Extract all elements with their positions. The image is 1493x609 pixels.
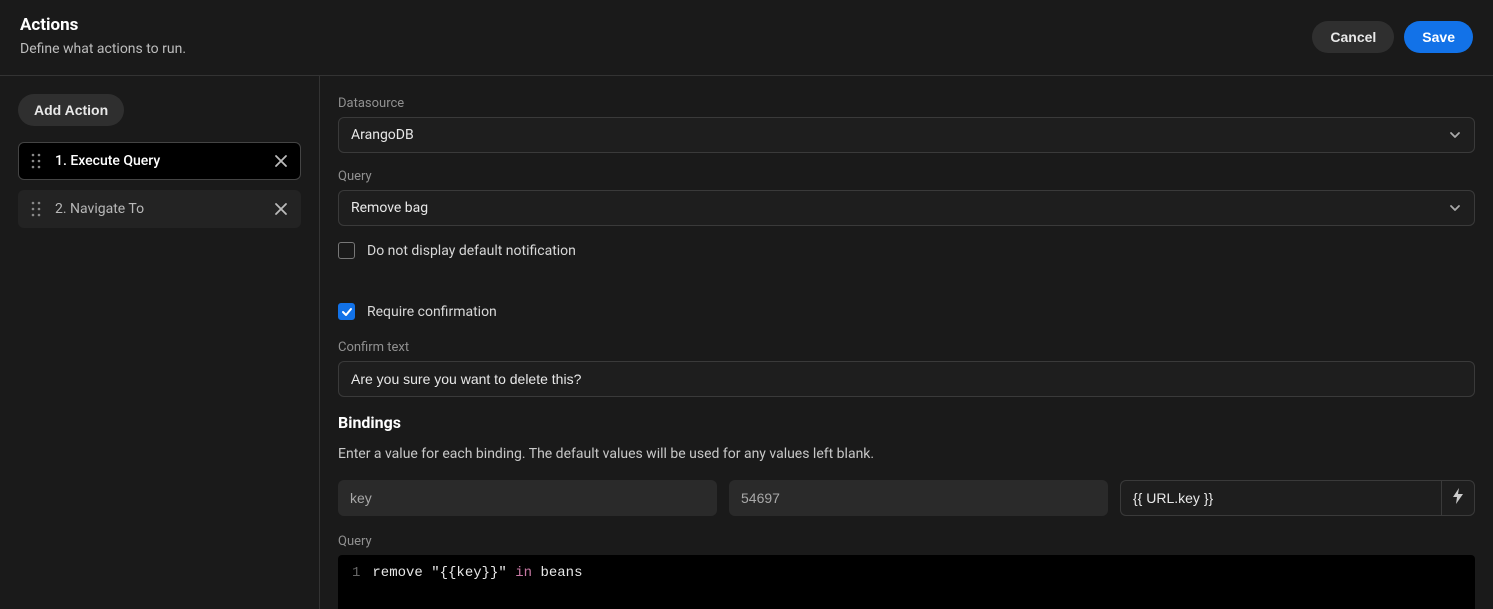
page-title: Actions — [20, 15, 186, 35]
query-value: Remove bag — [351, 200, 428, 216]
datasource-value: ArangoDB — [351, 127, 414, 143]
binding-bolt-button[interactable] — [1441, 480, 1475, 516]
confirm-checkbox-label: Require confirmation — [367, 304, 497, 320]
action-item-label: 1. Execute Query — [55, 153, 274, 169]
bindings-title: Bindings — [338, 413, 1475, 432]
binding-value-wrap — [1120, 480, 1475, 516]
remove-action-icon[interactable] — [274, 202, 288, 216]
action-item-navigate-to[interactable]: 2. Navigate To — [18, 190, 301, 228]
chevron-down-icon — [1448, 128, 1462, 142]
query-code-label: Query — [338, 534, 1475, 549]
confirm-text-label: Confirm text — [338, 340, 1475, 355]
add-action-button[interactable]: Add Action — [18, 94, 124, 126]
cancel-button[interactable]: Cancel — [1312, 21, 1394, 53]
action-item-label: 2. Navigate To — [55, 201, 274, 217]
binding-row — [338, 480, 1475, 516]
query-select[interactable]: Remove bag — [338, 190, 1475, 226]
bindings-description: Enter a value for each binding. The defa… — [338, 446, 1475, 462]
header-right: Cancel Save — [1312, 15, 1473, 53]
drag-handle-icon[interactable] — [31, 153, 41, 169]
actions-sidebar: Add Action 1. Execute Query 2. Navigate … — [0, 76, 320, 609]
body: Add Action 1. Execute Query 2. Navigate … — [0, 76, 1493, 609]
page-subtitle: Define what actions to run. — [20, 41, 186, 57]
chevron-down-icon — [1448, 201, 1462, 215]
query-label: Query — [338, 169, 1475, 184]
action-settings-panel: Datasource ArangoDB Query Remove bag Do … — [320, 76, 1493, 609]
line-number: 1 — [352, 565, 360, 581]
confirm-checkbox[interactable] — [338, 303, 355, 320]
notification-checkbox-row: Do not display default notification — [338, 242, 1475, 259]
action-item-execute-query[interactable]: 1. Execute Query — [18, 142, 301, 180]
datasource-label: Datasource — [338, 96, 1475, 111]
binding-default-field — [729, 480, 1108, 516]
remove-action-icon[interactable] — [274, 154, 288, 168]
header-left: Actions Define what actions to run. — [20, 15, 186, 57]
datasource-select[interactable]: ArangoDB — [338, 117, 1475, 153]
binding-value-input[interactable] — [1120, 480, 1441, 516]
page-header: Actions Define what actions to run. Canc… — [0, 0, 1493, 76]
drag-handle-icon[interactable] — [31, 201, 41, 217]
notification-checkbox-label: Do not display default notification — [367, 243, 576, 259]
save-button[interactable]: Save — [1404, 21, 1473, 53]
binding-name-field — [338, 480, 717, 516]
confirm-checkbox-row: Require confirmation — [338, 303, 1475, 320]
notification-checkbox[interactable] — [338, 242, 355, 259]
query-code-block[interactable]: 1remove "{{key}}" in beans — [338, 555, 1475, 609]
confirm-text-input[interactable] — [338, 361, 1475, 397]
lightning-icon — [1452, 488, 1464, 508]
